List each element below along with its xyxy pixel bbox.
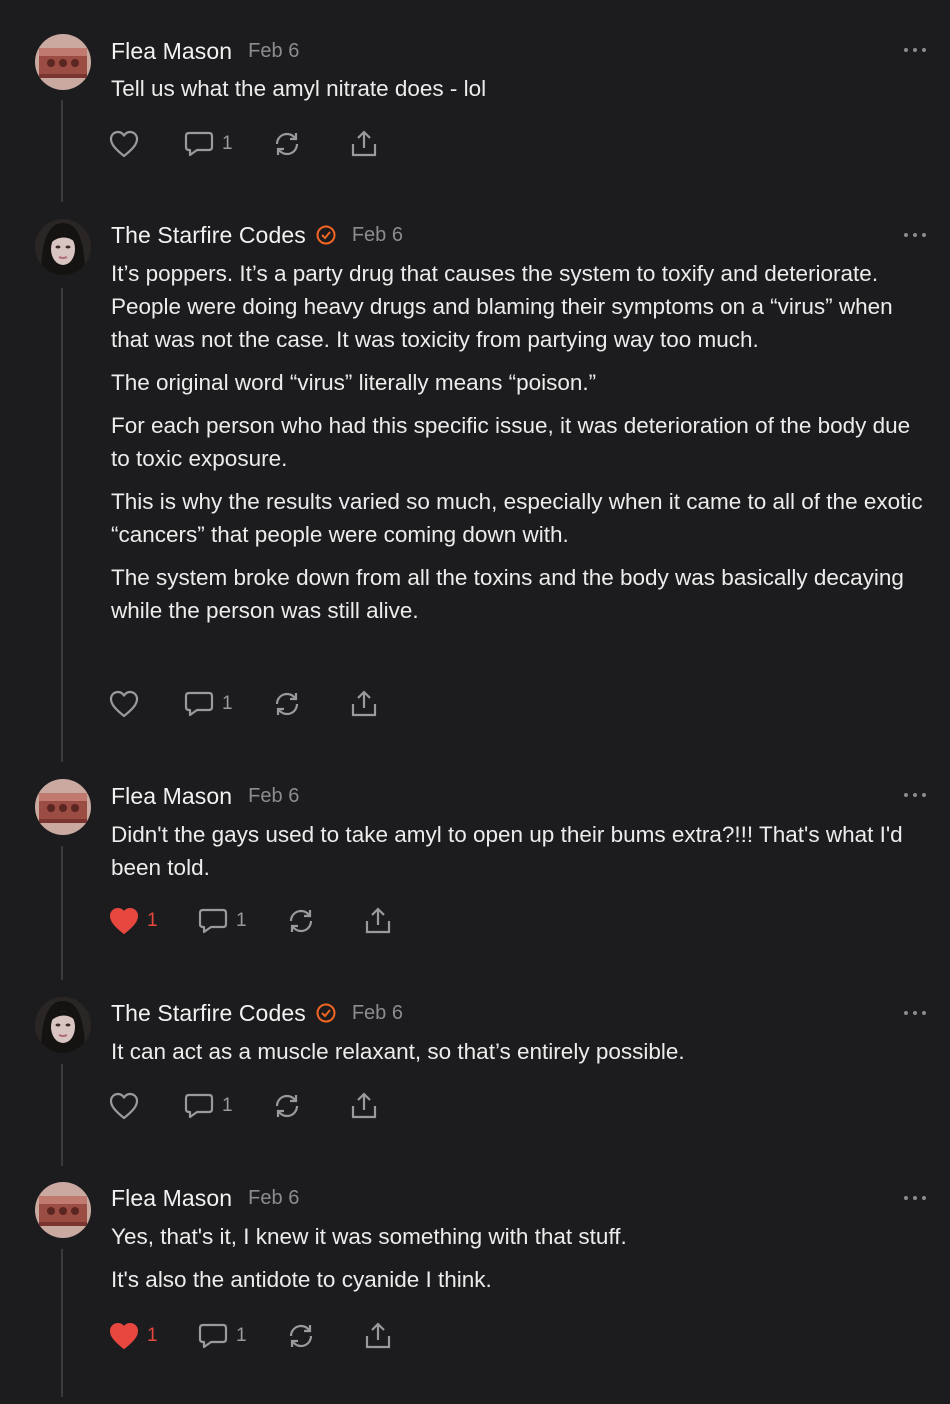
reply-button[interactable]: 1 [183,1091,271,1121]
heart-outline-icon [109,1092,139,1120]
thread-line [61,288,63,762]
comment-date[interactable]: Feb 6 [352,224,403,247]
like-button[interactable]: 1 [108,906,197,936]
comment-paragraph: The system broke down from all the toxin… [111,565,904,623]
reply-count: 1 [222,1095,233,1116]
comment-date[interactable]: Feb 6 [352,1002,403,1025]
comment-paragraph: This is why the results varied so much, … [111,489,923,547]
comment-paragraph: It’s poppers. It’s a party drug that cau… [111,261,893,352]
restack-icon [275,692,299,716]
author-name[interactable]: The Starfire Codes [111,1000,306,1027]
like-button[interactable] [108,129,183,159]
share-button[interactable] [362,1321,394,1351]
thread-line [61,1249,63,1397]
comment-bubble-icon [198,1323,228,1349]
reply-button[interactable]: 1 [197,1321,285,1351]
reply-count: 1 [236,910,247,931]
comment-actions: 1 [108,687,380,721]
comment-date[interactable]: Feb 6 [248,40,299,63]
thread-line [61,1064,63,1166]
comment-date[interactable]: Feb 6 [248,785,299,808]
comment-paragraph: Tell us what the amyl nitrate does - lol [111,76,487,101]
comment-body: Tell us what the amyl nitrate does - lol [111,72,930,115]
comment-paragraph: For each person who had this specific is… [111,413,911,471]
comment-actions: 1 [108,1089,380,1123]
more-options-icon[interactable] [904,45,926,55]
more-options-icon[interactable] [904,1193,926,1203]
comment-body: It’s poppers. It’s a party drug that cau… [111,257,930,637]
reply-button[interactable]: 1 [183,129,271,159]
share-icon [351,690,377,717]
share-button[interactable] [362,906,394,936]
woman-portrait-avatar[interactable] [35,219,91,275]
comment-paragraph: Didn't the gays used to take amyl to ope… [111,822,903,880]
comment-bubble-icon [198,908,228,934]
like-count: 1 [147,910,158,931]
comment-paragraph: It can act as a muscle relaxant, so that… [111,1039,685,1064]
reply-count: 1 [236,1325,247,1346]
share-icon [365,1322,391,1349]
comment-header: Flea Mason Feb 6 [111,1183,299,1213]
share-button[interactable] [348,1091,380,1121]
restack-button[interactable] [271,689,348,719]
share-icon [351,130,377,157]
restack-icon [275,1094,299,1118]
brick-avatar[interactable] [35,779,91,835]
comment-header: Flea Mason Feb 6 [111,781,299,811]
like-count: 1 [147,1325,158,1346]
comment-body: It can act as a muscle relaxant, so that… [111,1035,930,1078]
comment-body: Didn't the gays used to take amyl to ope… [111,818,930,894]
verified-badge-icon [316,225,336,245]
restack-icon [289,909,313,933]
like-button[interactable] [108,689,183,719]
comment-paragraph: The original word “virus” literally mean… [111,370,597,395]
restack-button[interactable] [285,906,362,936]
thread-line [61,100,63,202]
more-options-icon[interactable] [904,1008,926,1018]
heart-outline-icon [109,690,139,718]
like-button[interactable]: 1 [108,1321,197,1351]
like-button[interactable] [108,1091,183,1121]
woman-portrait-avatar[interactable] [35,997,91,1053]
author-name[interactable]: Flea Mason [111,783,232,810]
verified-badge-icon [316,1003,336,1023]
comment-paragraph: Yes, that's it, I knew it was something … [111,1224,627,1249]
more-options-icon[interactable] [904,230,926,240]
comment-header: The Starfire Codes Feb 6 [111,998,403,1028]
heart-outline-icon [109,130,139,158]
share-button[interactable] [348,129,380,159]
comment-bubble-icon [184,691,214,717]
heart-filled-icon [110,908,138,934]
restack-button[interactable] [271,1091,348,1121]
reply-button[interactable]: 1 [183,689,271,719]
comment-header: The Starfire Codes Feb 6 [111,220,403,250]
comment-actions: 1 1 [108,904,394,938]
share-button[interactable] [348,689,380,719]
reply-button[interactable]: 1 [197,906,285,936]
brick-avatar[interactable] [35,1182,91,1238]
share-icon [351,1092,377,1119]
heart-filled-icon [110,1323,138,1349]
restack-button[interactable] [271,129,348,159]
comment-actions: 1 [108,127,380,161]
restack-icon [289,1324,313,1348]
comment-date[interactable]: Feb 6 [248,1187,299,1210]
comment-body: Yes, that's it, I knew it was something … [111,1220,930,1306]
author-name[interactable]: Flea Mason [111,1185,232,1212]
share-icon [365,907,391,934]
reply-count: 1 [222,693,233,714]
more-options-icon[interactable] [904,790,926,800]
restack-icon [275,132,299,156]
reply-count: 1 [222,133,233,154]
thread-line [61,846,63,980]
author-name[interactable]: The Starfire Codes [111,222,306,249]
comment-bubble-icon [184,1093,214,1119]
comment-actions: 1 1 [108,1319,394,1353]
comment-bubble-icon [184,131,214,157]
author-name[interactable]: Flea Mason [111,38,232,65]
restack-button[interactable] [285,1321,362,1351]
comment-header: Flea Mason Feb 6 [111,36,299,66]
comment-paragraph: It's also the antidote to cyanide I thin… [111,1267,492,1292]
brick-avatar[interactable] [35,34,91,90]
